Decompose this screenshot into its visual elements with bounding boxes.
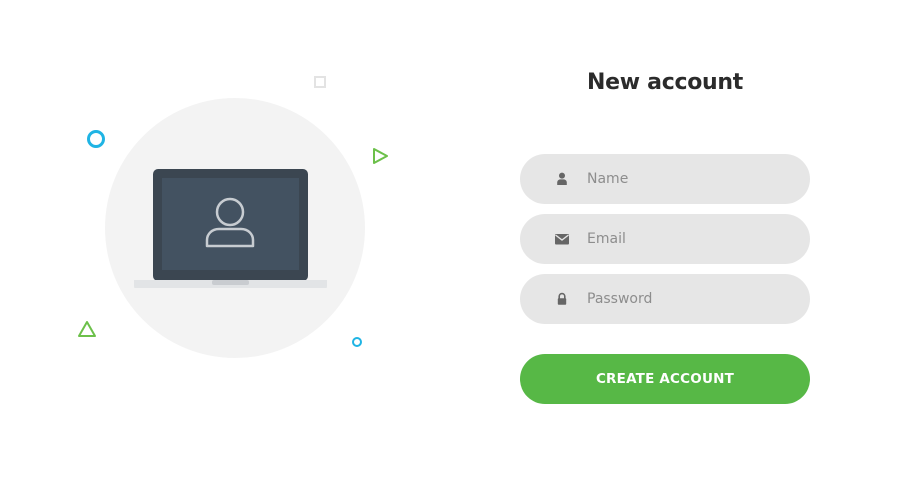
square-icon — [314, 76, 326, 88]
password-input[interactable] — [587, 274, 787, 324]
envelope-icon — [555, 234, 569, 245]
laptop-user-icon — [134, 169, 327, 288]
signup-page: New account CREATE ACCOUNT — [0, 0, 917, 495]
password-field[interactable] — [520, 274, 810, 324]
ring-icon — [87, 130, 105, 148]
user-icon — [557, 172, 567, 185]
lock-icon — [557, 292, 567, 305]
email-input[interactable] — [587, 214, 787, 264]
triangle-right-icon — [373, 148, 388, 164]
ring-icon — [352, 337, 362, 347]
illustration — [0, 0, 450, 495]
form-title: New account — [587, 70, 743, 95]
triangle-up-icon — [78, 321, 96, 337]
email-field[interactable] — [520, 214, 810, 264]
name-field[interactable] — [520, 154, 810, 204]
create-account-button[interactable]: CREATE ACCOUNT — [520, 354, 810, 404]
name-input[interactable] — [587, 154, 787, 204]
